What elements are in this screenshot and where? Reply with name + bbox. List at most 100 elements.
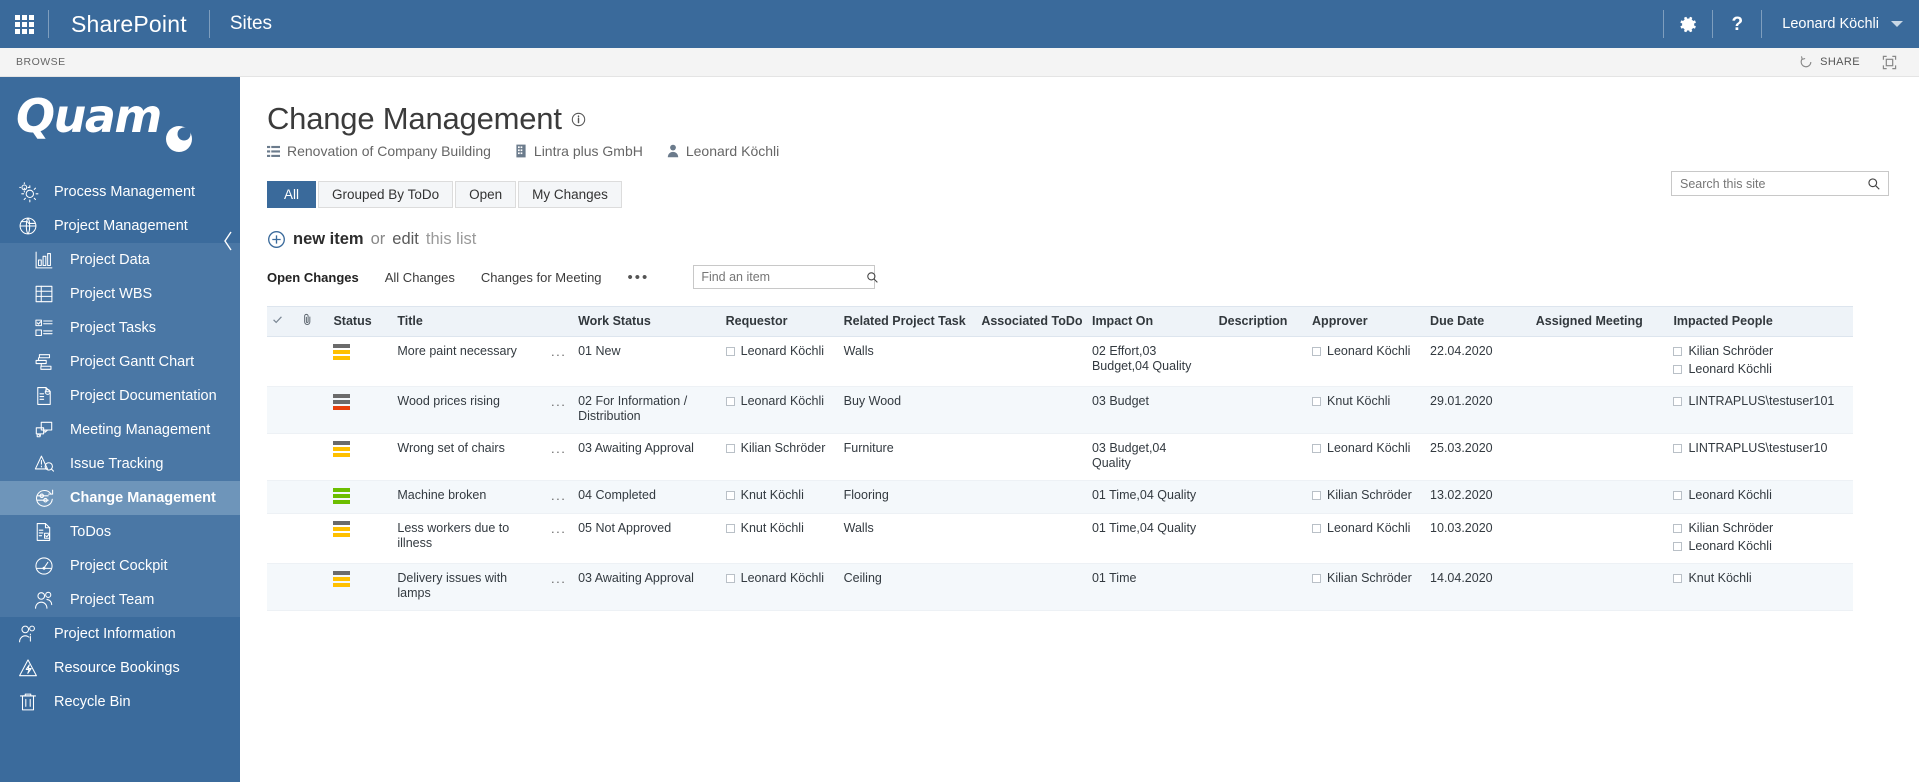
column-work-status[interactable]: Work Status xyxy=(573,306,721,337)
sharepoint-brand[interactable]: SharePoint xyxy=(49,0,209,48)
cell-row-select[interactable] xyxy=(267,337,297,387)
view-tab-my-changes[interactable]: My Changes xyxy=(518,181,622,208)
column-impact-on[interactable]: Impact On xyxy=(1086,306,1214,337)
row-menu-button[interactable]: ... xyxy=(551,521,566,536)
sidebar-item-project-team[interactable]: Project Team xyxy=(0,583,240,617)
sidebar-item-project-cockpit[interactable]: Project Cockpit xyxy=(0,549,240,583)
breadcrumb-item-2[interactable]: Lintra plus GmbH xyxy=(515,143,643,159)
column-impacted-people[interactable]: Impacted People xyxy=(1668,306,1853,337)
list-view-link-all-changes[interactable]: All Changes xyxy=(385,270,455,285)
user-menu[interactable]: Leonard Köchli xyxy=(1762,0,1919,48)
person-chip[interactable]: Kilian Schröder xyxy=(1312,488,1420,503)
breadcrumb-item-1[interactable]: Renovation of Company Building xyxy=(267,143,491,159)
plus-circle-icon[interactable] xyxy=(267,230,286,249)
person-chip[interactable]: Leonard Köchli xyxy=(1312,521,1420,536)
sidebar-item-project-management[interactable]: Project Management xyxy=(0,209,240,243)
sidebar-item-project-wbs[interactable]: Project WBS xyxy=(0,277,240,311)
person-chip[interactable]: Kilian Schröder xyxy=(725,441,834,456)
view-tab-all[interactable]: All xyxy=(267,181,317,208)
gear-icon[interactable] xyxy=(1664,0,1712,48)
column-requestor[interactable]: Requestor xyxy=(720,306,839,337)
edit-link[interactable]: edit xyxy=(392,230,419,249)
focus-on-content-icon[interactable] xyxy=(1882,55,1897,70)
column-approver[interactable]: Approver xyxy=(1307,306,1426,337)
row-menu-button[interactable]: ... xyxy=(551,571,566,586)
person-chip[interactable]: Leonard Köchli xyxy=(725,344,834,359)
column-attachment[interactable] xyxy=(296,306,329,337)
sidebar-item-project-documentation[interactable]: Project Documentation xyxy=(0,379,240,413)
sidebar-item-meeting-management[interactable]: Meeting Management xyxy=(0,413,240,447)
person-chip[interactable]: Leonard Köchli xyxy=(1673,539,1848,554)
quam-logo[interactable]: Quam xyxy=(0,77,240,165)
column-status[interactable]: Status xyxy=(328,306,393,337)
row-menu-button[interactable]: ... xyxy=(551,344,566,359)
column-due-date[interactable]: Due Date xyxy=(1425,306,1531,337)
cell-row-select[interactable] xyxy=(267,564,297,611)
list-view-link-changes-for-meeting[interactable]: Changes for Meeting xyxy=(481,270,602,285)
view-tab-grouped-by-todo[interactable]: Grouped By ToDo xyxy=(318,181,454,208)
view-tab-open[interactable]: Open xyxy=(455,181,517,208)
list-view-link-open-changes[interactable]: Open Changes xyxy=(267,270,359,285)
sidebar-collapse-button[interactable] xyxy=(216,223,240,259)
column-associated-todo[interactable]: Associated ToDo xyxy=(976,306,1087,337)
sidebar-item-change-management[interactable]: Change Management xyxy=(0,481,240,515)
ribbon-tab-browse[interactable]: BROWSE xyxy=(16,56,66,68)
sites-nav-link[interactable]: Sites xyxy=(210,0,292,48)
cell-row-select[interactable] xyxy=(267,434,297,481)
person-chip[interactable]: Kilian Schröder xyxy=(1673,344,1848,359)
more-views-button[interactable]: ••• xyxy=(628,269,650,286)
help-icon[interactable]: ? xyxy=(1713,0,1761,48)
person-chip[interactable]: Leonard Köchli xyxy=(1312,441,1420,456)
table-row[interactable]: Less workers due to illness... 05 Not App… xyxy=(267,514,1853,564)
person-chip[interactable]: LINTRAPLUS\testuser10 xyxy=(1673,441,1848,456)
person-chip[interactable]: Knut Köchli xyxy=(1312,394,1420,409)
find-item-input[interactable] xyxy=(694,266,867,288)
person-chip[interactable]: Kilian Schröder xyxy=(1312,571,1420,586)
table-row[interactable]: Machine broken... 04 Completed Knut Köchli… xyxy=(267,480,1853,514)
person-chip[interactable]: Leonard Köchli xyxy=(1673,488,1848,503)
info-icon[interactable] xyxy=(571,112,586,127)
sidebar-item-project-tasks[interactable]: Project Tasks xyxy=(0,311,240,345)
sidebar-item-process-management[interactable]: Process Management xyxy=(0,175,240,209)
cell-row-menu[interactable]: ... xyxy=(546,481,573,514)
this-list-link[interactable]: this list xyxy=(426,230,476,249)
person-chip[interactable]: LINTRAPLUS\testuser101 xyxy=(1673,394,1848,409)
sidebar-item-recycle-bin[interactable]: Recycle Bin xyxy=(0,685,240,719)
row-menu-button[interactable]: ... xyxy=(551,441,566,456)
column-title[interactable]: Title xyxy=(392,306,547,337)
search-icon[interactable] xyxy=(866,271,885,284)
column-description[interactable]: Description xyxy=(1213,306,1308,337)
cell-row-select[interactable] xyxy=(267,387,297,434)
sidebar-item-issue-tracking[interactable]: Issue Tracking xyxy=(0,447,240,481)
table-row[interactable]: Wood prices rising... 02 For Information … xyxy=(267,386,1853,434)
share-button[interactable]: SHARE xyxy=(1799,55,1860,69)
site-search[interactable] xyxy=(1671,171,1889,196)
cell-row-select[interactable] xyxy=(267,514,297,564)
person-chip[interactable]: Leonard Köchli xyxy=(725,571,834,586)
person-chip[interactable]: Knut Köchli xyxy=(725,521,834,536)
person-chip[interactable]: Leonard Köchli xyxy=(725,394,834,409)
sidebar-item-todos[interactable]: ToDos xyxy=(0,515,240,549)
person-chip[interactable]: Kilian Schröder xyxy=(1673,521,1848,536)
new-item-link[interactable]: new item xyxy=(293,230,364,249)
column-assigned-meeting[interactable]: Assigned Meeting xyxy=(1530,306,1669,337)
breadcrumb-item-3[interactable]: Leonard Köchli xyxy=(667,143,779,159)
search-input[interactable] xyxy=(1672,172,1867,195)
app-launcher-icon[interactable] xyxy=(0,0,48,48)
table-row[interactable]: Delivery issues with lamps... 03 Awaiting… xyxy=(267,563,1853,611)
row-menu-button[interactable]: ... xyxy=(551,394,566,409)
person-chip[interactable]: Knut Köchli xyxy=(725,488,834,503)
person-chip[interactable]: Leonard Köchli xyxy=(1312,344,1420,359)
cell-row-select[interactable] xyxy=(267,481,297,514)
person-chip[interactable]: Leonard Köchli xyxy=(1673,362,1848,377)
sidebar-item-project-data[interactable]: Project Data xyxy=(0,243,240,277)
cell-row-menu[interactable]: ... xyxy=(546,564,573,611)
sidebar-item-resource-bookings[interactable]: Resource Bookings xyxy=(0,651,240,685)
person-chip[interactable]: Knut Köchli xyxy=(1673,571,1848,586)
row-menu-button[interactable]: ... xyxy=(551,488,566,503)
cell-row-menu[interactable]: ... xyxy=(546,434,573,481)
sidebar-item-project-information[interactable]: Project Information xyxy=(0,617,240,651)
sidebar-item-project-gantt-chart[interactable]: Project Gantt Chart xyxy=(0,345,240,379)
table-row[interactable]: Wrong set of chairs... 03 Awaiting Approv… xyxy=(267,434,1853,481)
column-select-all[interactable] xyxy=(267,306,297,337)
